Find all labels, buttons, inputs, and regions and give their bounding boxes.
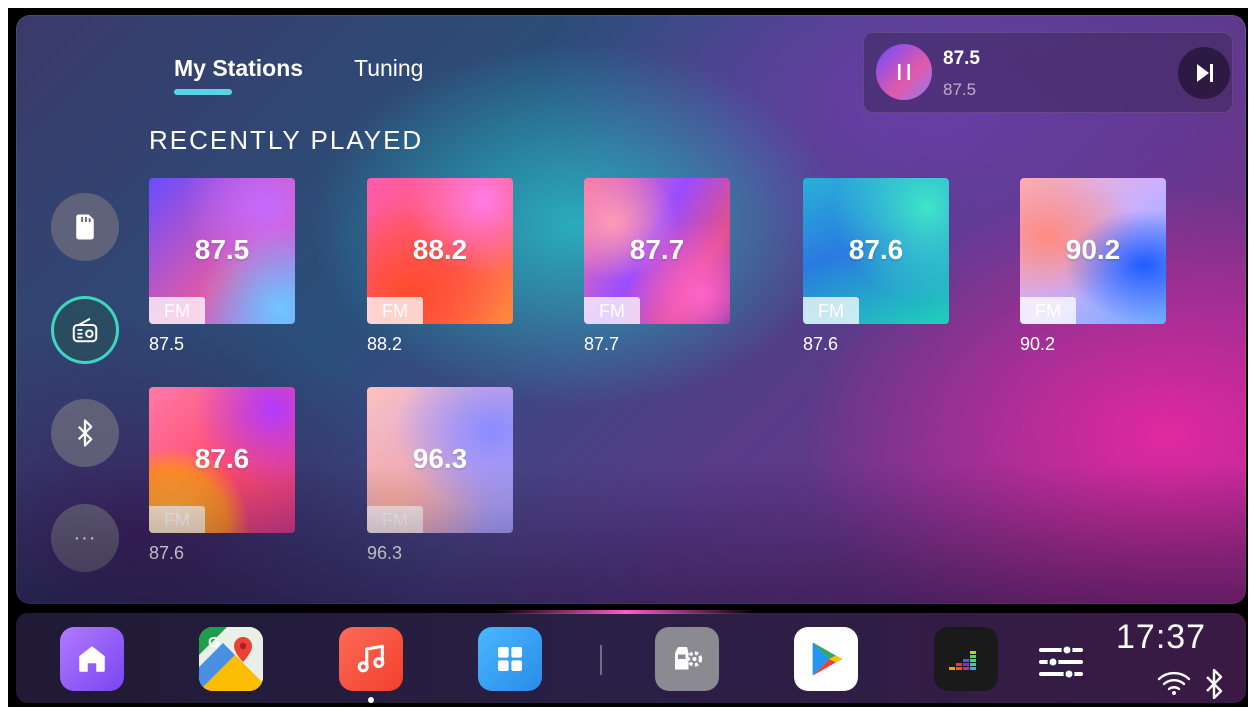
- now-playing-title: 87.5: [943, 48, 980, 69]
- now-playing-card[interactable]: 87.5 87.5: [863, 32, 1233, 113]
- radio-source-button[interactable]: [51, 296, 119, 364]
- band-badge: FM: [1020, 297, 1076, 324]
- google-maps-icon: G: [199, 627, 263, 691]
- radio-icon: [72, 317, 98, 343]
- play-store-app-button[interactable]: [794, 627, 858, 691]
- next-button[interactable]: [1178, 47, 1230, 99]
- station-artwork[interactable]: 90.2 FM: [1020, 178, 1166, 324]
- station-artwork[interactable]: 87.5 FM: [149, 178, 295, 324]
- station-frequency: 90.2: [1065, 234, 1121, 265]
- station-frequency: 87.6: [848, 234, 904, 265]
- equalizer-icon: [1039, 644, 1083, 680]
- station-artwork[interactable]: 88.2 FM: [367, 178, 513, 324]
- station-caption: 87.7: [584, 334, 620, 354]
- clock: 17:37: [1116, 618, 1207, 656]
- band-badge: FM: [149, 506, 205, 533]
- station-caption: 88.2: [367, 334, 403, 354]
- home-app-button[interactable]: [60, 627, 124, 691]
- deezer-app-button[interactable]: [934, 627, 998, 691]
- station-frequency: 87.6: [194, 443, 250, 474]
- station-artwork[interactable]: 87.7 FM: [584, 178, 730, 324]
- bluetooth-icon: [77, 419, 93, 447]
- band-badge: FM: [149, 297, 205, 324]
- station-artwork[interactable]: 96.3 FM: [367, 387, 513, 533]
- now-playing-subtitle: 87.5: [943, 80, 977, 99]
- app-dock: G 17:37: [16, 610, 1246, 703]
- deezer-icon: [949, 651, 976, 670]
- tab-my-stations[interactable]: My Stations: [174, 55, 303, 82]
- station-caption: 96.3: [367, 543, 403, 563]
- station-artwork[interactable]: 87.6 FM: [803, 178, 949, 324]
- sd-card-icon: [76, 214, 94, 240]
- app-grid-icon: [498, 647, 522, 671]
- home-icon: [79, 646, 105, 672]
- station-frequency: 96.3: [412, 443, 468, 474]
- active-tab-indicator: [174, 89, 232, 95]
- more-icon: ···: [73, 526, 97, 549]
- google-play-icon: [812, 642, 843, 676]
- station-frequency: 87.5: [194, 234, 250, 265]
- station-caption: 87.6: [149, 543, 185, 563]
- station-frequency: 87.7: [629, 234, 685, 265]
- bluetooth-status-icon: [1206, 669, 1223, 699]
- car-settings-icon: [675, 647, 703, 670]
- pause-icon: [898, 64, 910, 80]
- more-sources-button[interactable]: ···: [51, 504, 119, 572]
- sd-card-source-button[interactable]: [51, 193, 119, 261]
- station-caption: 90.2: [1020, 334, 1056, 354]
- band-badge: FM: [584, 297, 640, 324]
- station-caption: 87.5: [149, 334, 185, 354]
- equalizer-button[interactable]: [1036, 637, 1086, 687]
- section-title: RECENTLY PLAYED: [149, 125, 424, 155]
- screen: My Stations Tuning RECENTLY PLAYED ··· 8…: [8, 8, 1248, 707]
- band-badge: FM: [367, 506, 423, 533]
- skip-next-icon: [1197, 64, 1213, 82]
- station-caption: 87.6: [803, 334, 839, 354]
- bluetooth-source-button[interactable]: [51, 399, 119, 467]
- station-artwork[interactable]: 87.6 FM: [149, 387, 295, 533]
- music-app-button[interactable]: [339, 627, 403, 691]
- radio-panel: My Stations Tuning RECENTLY PLAYED ··· 8…: [16, 15, 1246, 604]
- dock-divider: [600, 645, 602, 675]
- pause-button[interactable]: [876, 44, 932, 100]
- car-settings-app-button[interactable]: [655, 627, 719, 691]
- station-frequency: 88.2: [412, 234, 468, 265]
- active-app-indicator: [368, 697, 374, 703]
- band-badge: FM: [367, 297, 423, 324]
- wifi-icon: [1157, 671, 1191, 695]
- dock-glow: [496, 610, 756, 614]
- band-badge: FM: [803, 297, 859, 324]
- music-note-icon: [357, 644, 385, 673]
- apps-grid-button[interactable]: [478, 627, 542, 691]
- tab-tuning[interactable]: Tuning: [354, 55, 423, 82]
- svg-text:G: G: [208, 634, 220, 651]
- maps-app-button[interactable]: G: [199, 627, 263, 691]
